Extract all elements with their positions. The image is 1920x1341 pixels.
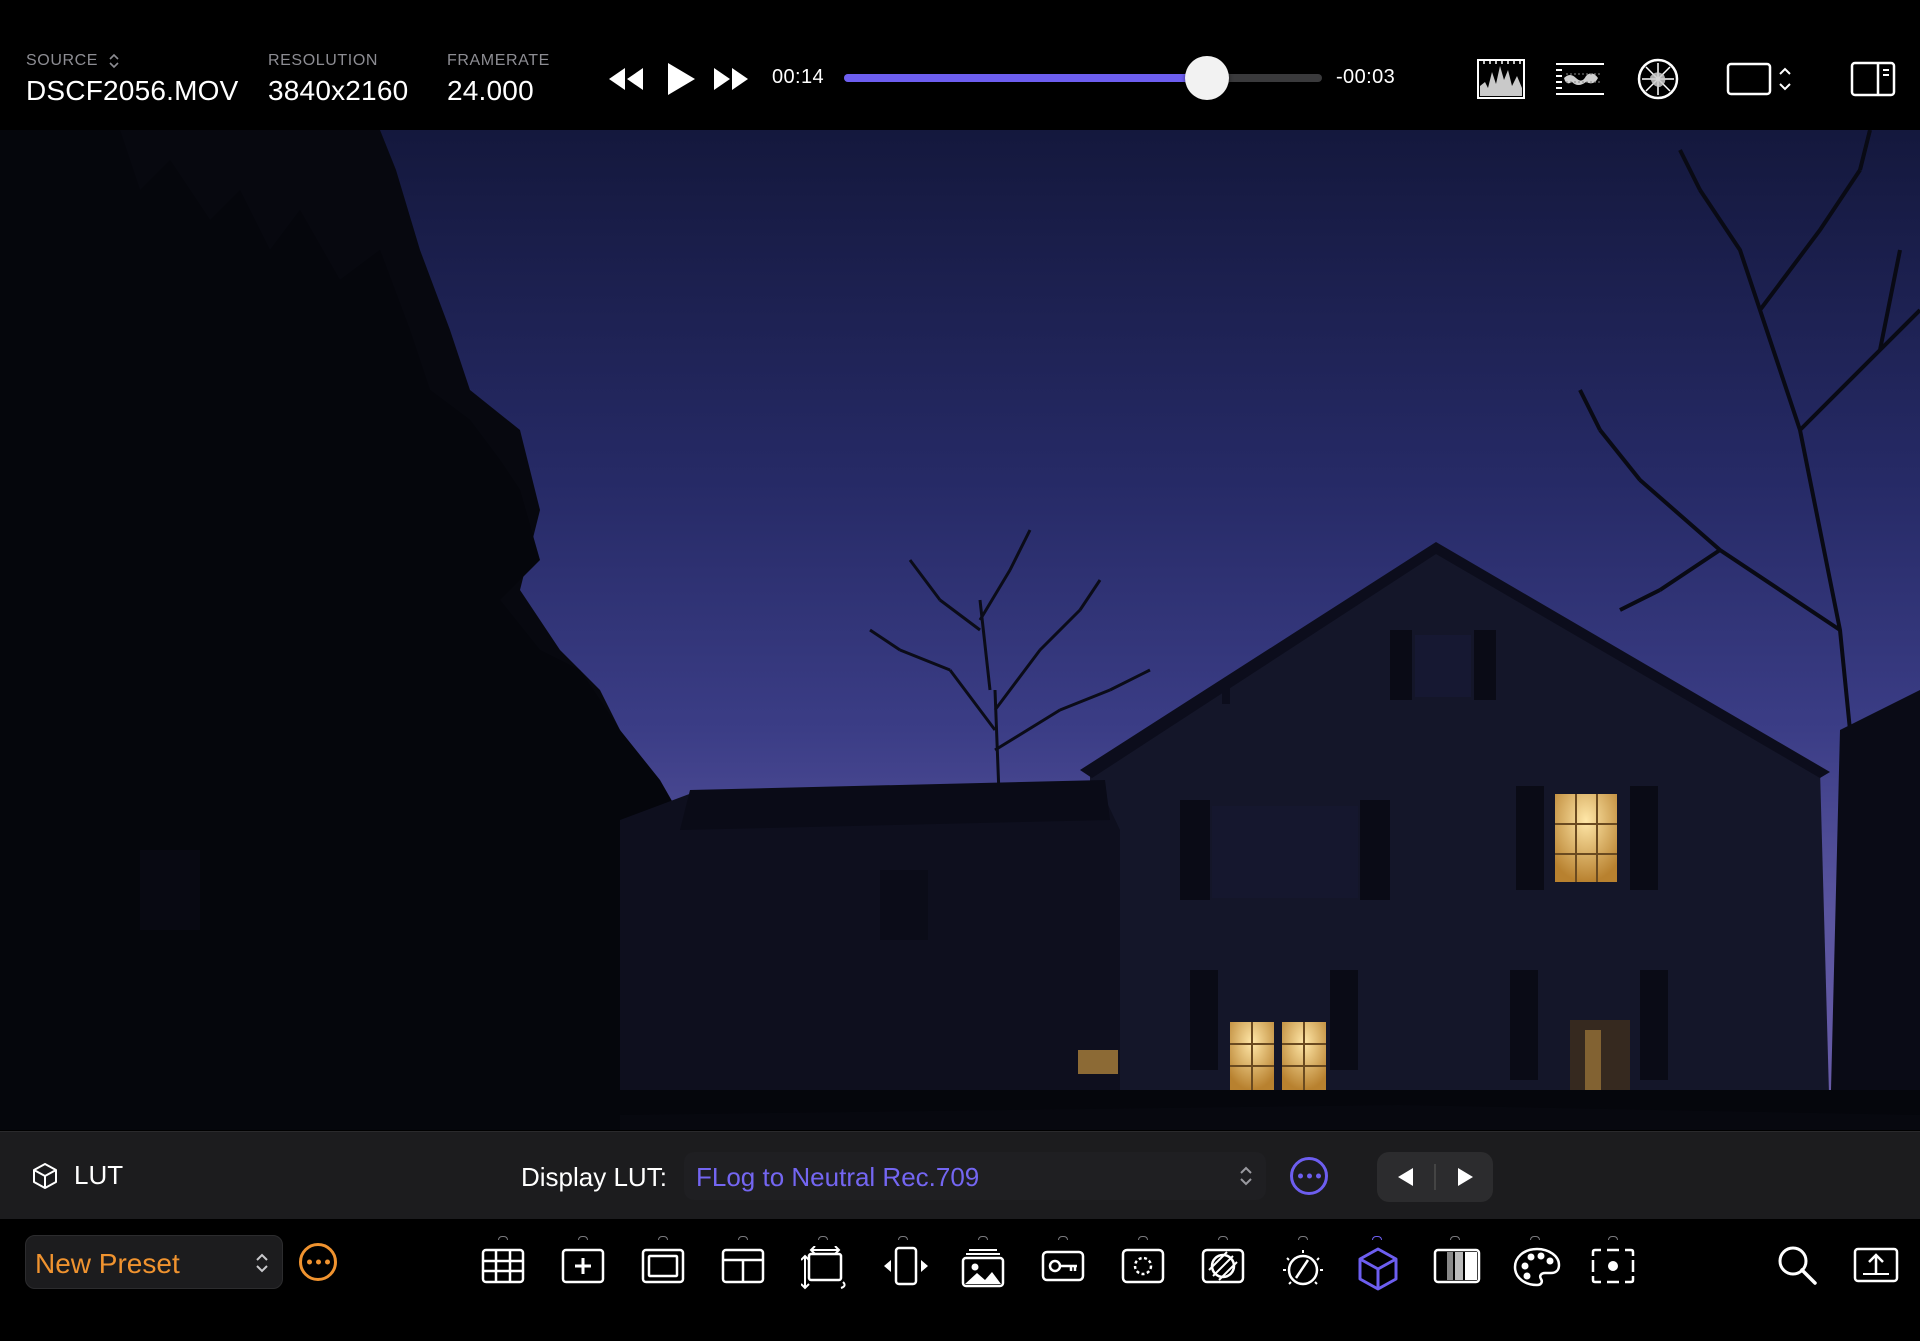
preset-selector[interactable]: New Preset <box>25 1235 283 1289</box>
video-frame <box>0 130 1920 1130</box>
lut-panel: LUT Display LUT: FLog to Neutral Rec.709 <box>0 1131 1920 1219</box>
lut-more-button[interactable] <box>1290 1157 1328 1195</box>
resolution-label: RESOLUTION <box>268 52 379 69</box>
display-lut-value: FLog to Neutral Rec.709 <box>696 1162 980 1192</box>
lut-title-text: LUT <box>74 1160 124 1190</box>
scrubber-handle[interactable] <box>1185 56 1230 100</box>
grid-guides-tool[interactable] <box>473 1236 533 1292</box>
export-icon[interactable] <box>1853 1246 1899 1284</box>
color-palette-icon <box>1513 1247 1561 1287</box>
color-palette-tool[interactable] <box>1505 1236 1565 1292</box>
frame-guide-icon <box>641 1248 685 1284</box>
lut-cube-icon <box>1358 1247 1398 1291</box>
layout-guide-tool[interactable] <box>713 1236 773 1292</box>
scrubber-progress <box>844 74 1208 82</box>
play-icon[interactable] <box>665 61 697 97</box>
sidebar-toggle-icon[interactable] <box>1850 60 1896 98</box>
zebra-tool[interactable] <box>1425 1236 1485 1292</box>
grid-guides-icon <box>481 1248 525 1284</box>
spot-meter-icon <box>1591 1248 1635 1284</box>
crosshair-add-icon <box>561 1248 605 1284</box>
resolution-info: RESOLUTION 3840x2160 <box>268 52 408 107</box>
zebra-icon <box>1433 1248 1481 1284</box>
chevron-updown-icon <box>256 1253 268 1273</box>
exposure-meter-icon <box>1283 1250 1323 1286</box>
image-overlay-tool[interactable] <box>953 1236 1013 1292</box>
crosshair-tool[interactable] <box>553 1236 613 1292</box>
source-selector[interactable]: SOURCE DSCF2056.MOV <box>26 52 238 107</box>
preset-more-button[interactable] <box>299 1243 337 1281</box>
histogram-icon[interactable] <box>1476 58 1526 100</box>
lut-stepper <box>1377 1152 1493 1202</box>
ellipsis-icon <box>1293 1173 1325 1179</box>
source-label: SOURCE <box>26 52 99 69</box>
previous-lut-button[interactable] <box>1377 1152 1434 1202</box>
flip-icon <box>884 1246 928 1286</box>
key-icon <box>1041 1250 1085 1282</box>
framerate-label: FRAMERATE <box>447 52 550 69</box>
frame-guide-tool[interactable] <box>633 1236 693 1292</box>
source-value: DSCF2056.MOV <box>26 75 239 106</box>
ellipsis-icon <box>302 1259 334 1265</box>
triangle-left-icon <box>1397 1168 1413 1186</box>
transform-icon <box>801 1246 846 1290</box>
key-tool[interactable] <box>1033 1236 1093 1292</box>
scrubber-track[interactable] <box>844 56 1322 100</box>
lut-tool[interactable] <box>1347 1236 1407 1292</box>
flip-tool[interactable] <box>873 1236 933 1292</box>
focus-peaking-tool[interactable] <box>1113 1236 1173 1292</box>
vectorscope-icon[interactable] <box>1636 57 1680 101</box>
layout-guide-icon <box>721 1248 765 1284</box>
transform-tool[interactable] <box>793 1236 853 1292</box>
rewind-icon[interactable] <box>607 66 645 92</box>
spot-meter-tool[interactable] <box>1583 1236 1643 1292</box>
focus-peaking-icon <box>1121 1248 1165 1284</box>
lut-panel-title: LUT <box>30 1160 123 1191</box>
chevron-updown-icon <box>109 53 119 69</box>
image-overlay-icon <box>961 1249 1005 1288</box>
search-icon[interactable] <box>1776 1244 1818 1286</box>
cube-icon <box>33 1162 57 1189</box>
elapsed-time: 00:14 <box>772 66 825 88</box>
triangle-right-icon <box>1457 1168 1473 1186</box>
chevron-updown-icon <box>1240 1166 1252 1186</box>
display-lut-label: Display LUT: <box>521 1162 667 1192</box>
display-lut-select[interactable]: FLog to Neutral Rec.709 <box>684 1152 1266 1200</box>
exposure-meter-tool[interactable] <box>1273 1236 1333 1292</box>
fast-forward-icon[interactable] <box>712 66 750 92</box>
resolution-value: 3840x2160 <box>268 75 409 106</box>
next-lut-button[interactable] <box>1436 1152 1493 1202</box>
top-bar: SOURCE DSCF2056.MOV RESOLUTION 3840x2160… <box>0 0 1920 130</box>
aspect-frame-icon[interactable] <box>1726 58 1798 100</box>
false-color-tool[interactable] <box>1193 1236 1253 1292</box>
false-color-icon <box>1201 1248 1245 1284</box>
framerate-value: 24.000 <box>447 75 534 106</box>
waveform-icon[interactable] <box>1554 58 1606 100</box>
bottom-toolbar: New Preset <box>0 1220 1920 1341</box>
video-viewer[interactable] <box>0 130 1920 1130</box>
preset-name: New Preset <box>35 1248 180 1279</box>
remaining-time: -00:03 <box>1336 66 1396 88</box>
framerate-info: FRAMERATE 24.000 <box>447 52 550 107</box>
